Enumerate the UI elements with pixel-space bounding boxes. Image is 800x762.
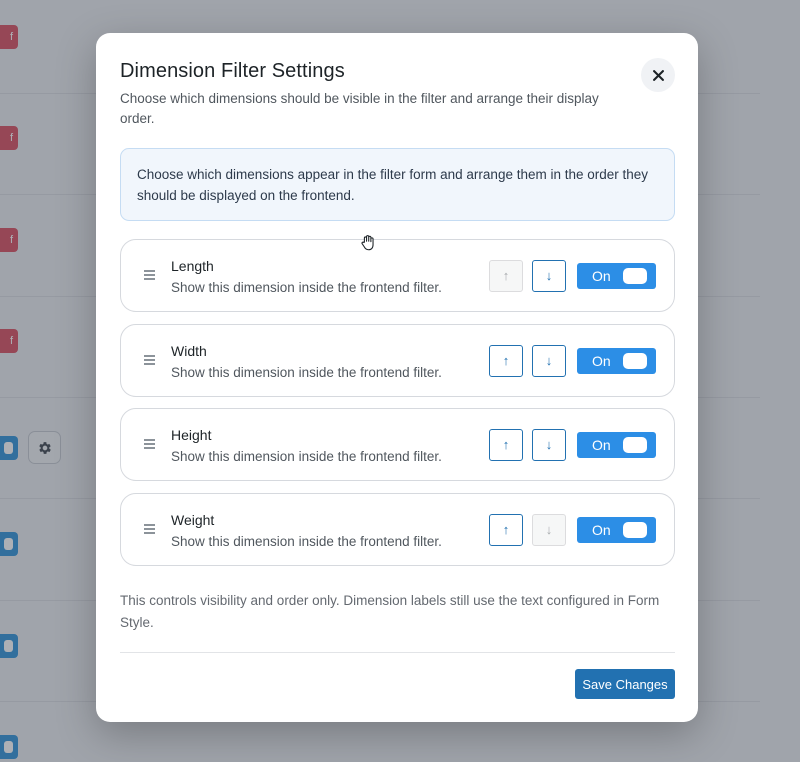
hand-cursor-icon	[361, 235, 374, 251]
visibility-toggle[interactable]: On	[577, 517, 656, 543]
footnote: This controls visibility and order only.…	[120, 593, 660, 630]
modal-subtitle: Choose which dimensions should be visibl…	[120, 91, 599, 126]
move-up-button[interactable]: ↑	[489, 345, 523, 377]
toggle-label: On	[592, 522, 611, 538]
dimension-description: Show this dimension inside the frontend …	[171, 534, 442, 549]
move-up-button[interactable]: ↑	[489, 514, 523, 546]
visibility-toggle[interactable]: On	[577, 263, 656, 289]
dimension-filter-settings-modal: Dimension Filter Settings Choose which d…	[96, 33, 698, 722]
move-down-button[interactable]: ↓	[532, 429, 566, 461]
save-changes-button[interactable]: Save Changes	[575, 669, 675, 699]
close-icon	[652, 69, 664, 81]
move-down-button[interactable]: ↓	[532, 514, 566, 546]
drag-handle-icon[interactable]	[144, 439, 155, 451]
visibility-toggle[interactable]: On	[577, 432, 656, 458]
drag-handle-icon[interactable]	[144, 355, 155, 367]
dimension-row-weight[interactable]: Weight Show this dimension inside the fro…	[120, 493, 675, 566]
drag-handle-icon[interactable]	[144, 524, 155, 536]
visibility-toggle[interactable]: On	[577, 348, 656, 374]
close-button[interactable]	[641, 58, 675, 92]
toggle-knob	[623, 353, 647, 369]
toggle-label: On	[592, 353, 611, 369]
dimension-description: Show this dimension inside the frontend …	[171, 280, 442, 295]
toggle-knob	[623, 522, 647, 538]
toggle-knob	[623, 268, 647, 284]
toggle-label: On	[592, 268, 611, 284]
toggle-label: On	[592, 437, 611, 453]
dimension-name: Height	[171, 427, 212, 443]
dimension-row-height[interactable]: Height Show this dimension inside the fro…	[120, 408, 675, 481]
dimension-row-width[interactable]: Width Show this dimension inside the fron…	[120, 324, 675, 397]
move-down-button[interactable]: ↓	[532, 260, 566, 292]
move-up-button[interactable]: ↑	[489, 429, 523, 461]
move-down-button[interactable]: ↓	[532, 345, 566, 377]
footer-divider	[120, 652, 675, 653]
dimension-name: Weight	[171, 512, 215, 528]
toggle-knob	[623, 437, 647, 453]
move-up-button[interactable]: ↑	[489, 260, 523, 292]
dimension-description: Show this dimension inside the frontend …	[171, 449, 442, 464]
info-notice: Choose which dimensions appear in the fi…	[120, 148, 675, 221]
dimension-row-length[interactable]: Length Show this dimension inside the fro…	[120, 239, 675, 312]
drag-handle-icon[interactable]	[144, 270, 155, 282]
dimension-name: Width	[171, 343, 207, 359]
dimension-name: Length	[171, 258, 214, 274]
dimension-description: Show this dimension inside the frontend …	[171, 365, 442, 380]
modal-title: Dimension Filter Settings	[120, 60, 345, 82]
